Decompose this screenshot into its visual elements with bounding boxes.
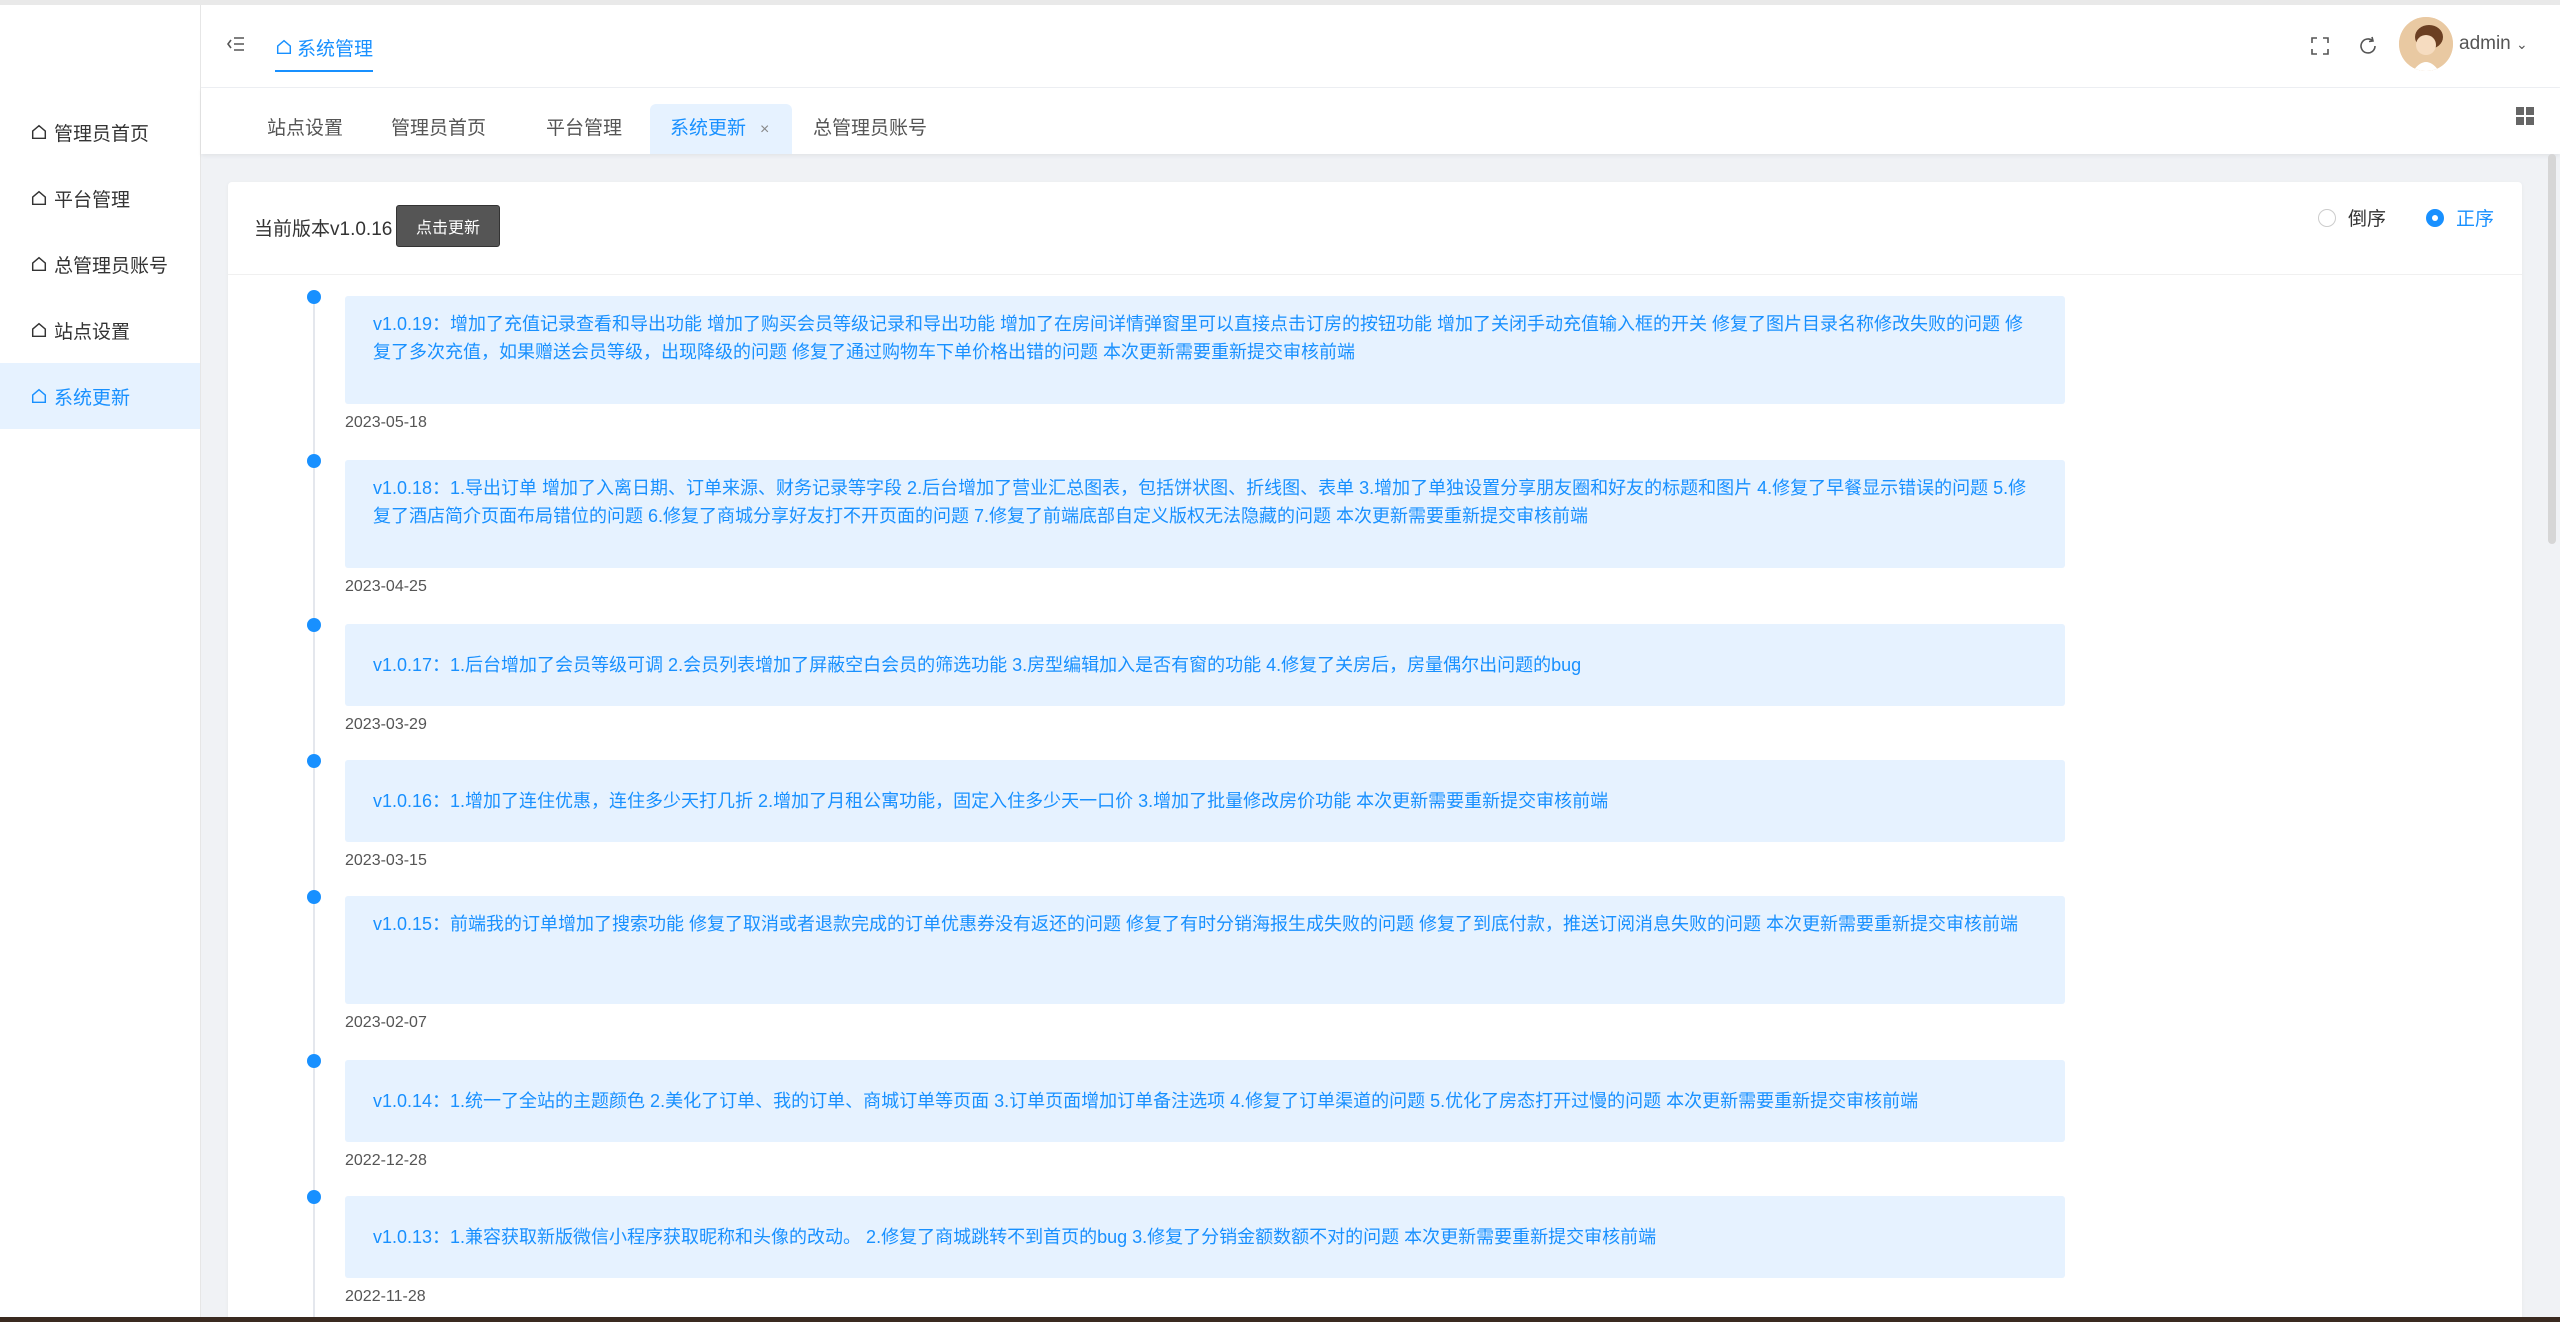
home-icon [30,387,48,405]
radio-circle-icon [2318,208,2336,227]
refresh-icon[interactable] [2357,35,2379,57]
timeline-date: 2022-11-28 [345,1288,426,1305]
sidebar-item-label: 系统更新 [54,387,131,409]
home-icon [275,38,293,56]
timeline-content: v1.0.16：1.增加了连住优惠，连住多少天打几折 2.增加了月租公寓功能，固… [345,760,2065,842]
home-icon [30,255,48,273]
update-button[interactable]: 点击更新 [396,205,500,247]
update-timeline: v1.0.19：增加了充值记录查看和导出功能 增加了购买会员等级记录和导出功能 … [228,274,2522,1322]
home-icon [30,123,48,141]
timeline-date: 2023-04-25 [345,578,427,595]
timeline-dot [307,618,321,632]
fullscreen-icon[interactable] [2309,35,2331,57]
timeline-date: 2022-12-28 [345,1152,427,1169]
sidebar-item-label: 平台管理 [54,189,131,211]
sort-asc-radio[interactable]: 正序 [2426,204,2494,231]
sidebar-item-system-update[interactable]: 系统更新 [0,363,200,429]
tab-super-admin[interactable]: 总管理员账号 [793,104,947,154]
radio-label: 正序 [2456,209,2495,230]
update-card: 当前版本v1.0.16 点击更新 倒序 正序 v1.0.19：增加了充值记录查看… [228,182,2522,1322]
radio-circle-icon [2426,208,2444,227]
timeline-content: v1.0.17：1.后台增加了会员等级可调 2.会员列表增加了屏蔽空白会员的筛选… [345,624,2065,706]
sidebar-item-label: 总管理员账号 [54,255,169,277]
timeline-dot [307,454,321,468]
avatar[interactable] [2399,17,2453,71]
timeline-content: v1.0.19：增加了充值记录查看和导出功能 增加了购买会员等级记录和导出功能 … [345,296,2065,404]
sidebar-menu: 管理员首页 平台管理 总管理员账号 站点设置 系统更新 [0,99,200,429]
tab-label: 管理员首页 [391,118,487,139]
timeline-date: 2023-03-29 [345,716,427,733]
home-icon [30,321,48,339]
close-icon[interactable]: × [760,121,769,138]
sidebar-item-site-settings[interactable]: 站点设置 [0,297,200,363]
current-version: 当前版本v1.0.16 [254,219,393,240]
sidebar-item-admin-home[interactable]: 管理员首页 [0,99,200,165]
breadcrumb[interactable]: 系统管理 [275,32,374,72]
timeline-axis [313,292,315,1322]
tab-label: 站点设置 [267,118,344,139]
timeline-dot [307,1054,321,1068]
tab-label: 总管理员账号 [813,118,928,139]
chevron-down-icon: ⌄ [2516,36,2528,52]
collapse-icon[interactable] [226,34,246,54]
tabs-bar: 站点设置 管理员首页 平台管理 系统更新 × 总管理员账号 [201,88,2560,154]
sidebar-item-label: 管理员首页 [54,123,150,145]
home-icon [30,189,48,207]
sidebar-item-platform[interactable]: 平台管理 [0,165,200,231]
tab-admin-home[interactable]: 管理员首页 [371,104,506,154]
sidebar-item-label: 站点设置 [54,321,131,343]
tab-label: 系统更新 [670,118,747,139]
timeline-content: v1.0.13：1.兼容获取新版微信小程序获取昵称和头像的改动。 2.修复了商城… [345,1196,2065,1278]
timeline-date: 2023-03-15 [345,852,427,869]
timeline-dot [307,290,321,304]
timeline-content: v1.0.15：前端我的订单增加了搜索功能 修复了取消或者退款完成的订单优惠券没… [345,896,2065,1004]
breadcrumb-label: 系统管理 [297,38,374,60]
timeline-dot [307,1190,321,1204]
tab-platform[interactable]: 平台管理 [526,104,642,154]
grid-icon[interactable] [2515,106,2535,126]
tab-label: 平台管理 [546,118,623,139]
tab-system-update[interactable]: 系统更新 × [650,104,792,154]
timeline-date: 2023-05-18 [345,414,427,431]
timeline-content: v1.0.14：1.统一了全站的主题颜色 2.美化了订单、我的订单、商城订单等页… [345,1060,2065,1142]
timeline-dot [307,890,321,904]
timeline-date: 2023-02-07 [345,1014,427,1031]
user-menu[interactable]: admin ⌄ [2459,33,2528,55]
username: admin [2459,33,2511,54]
radio-label: 倒序 [2348,209,2387,230]
bottom-edge [0,1317,2560,1322]
tab-site-settings[interactable]: 站点设置 [247,104,363,154]
header: 系统管理 admin ⌄ [201,5,2560,88]
scrollbar[interactable] [2548,154,2556,544]
card-header: 当前版本v1.0.16 点击更新 倒序 正序 [228,182,2522,275]
timeline-content: v1.0.18：1.导出订单 增加了入离日期、订单来源、财务记录等字段 2.后台… [345,460,2065,568]
sidebar: 管理员首页 平台管理 总管理员账号 站点设置 系统更新 [0,5,201,1317]
timeline-dot [307,754,321,768]
sidebar-item-super-admin[interactable]: 总管理员账号 [0,231,200,297]
sort-desc-radio[interactable]: 倒序 [2318,204,2386,231]
